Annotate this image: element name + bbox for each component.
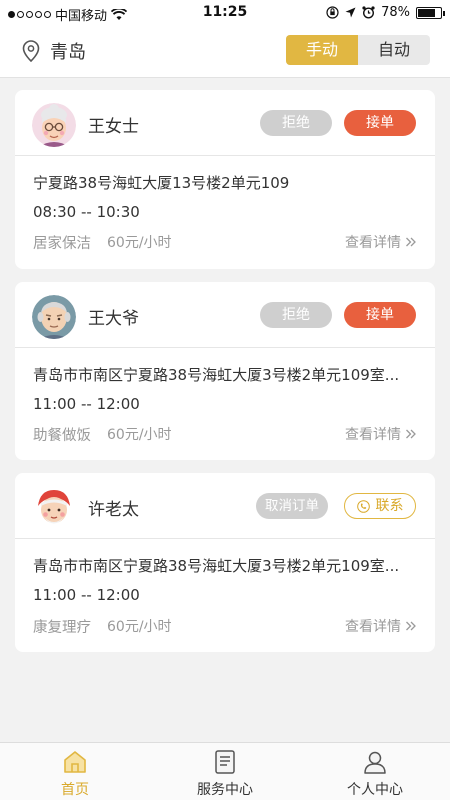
- battery-percent: 78%: [381, 5, 410, 20]
- view-detail-label: 查看详情: [345, 235, 401, 251]
- battery-icon: [416, 6, 445, 19]
- accept-button[interactable]: 接单: [344, 110, 416, 136]
- user-icon: [364, 751, 386, 774]
- tab-service-center[interactable]: 服务中心: [150, 743, 300, 800]
- contact-label: 联系: [375, 498, 404, 514]
- location-pin-icon: [22, 40, 40, 62]
- double-chevron-right-icon: [406, 621, 416, 631]
- tab-home-label: 首页: [61, 782, 89, 798]
- city-label: 青岛: [50, 42, 86, 63]
- grandma-avatar-icon: [32, 103, 76, 147]
- tab-bar: 首页 服务中心 个人中心: [0, 742, 450, 800]
- mode-toggle: 手动 自动: [286, 35, 430, 65]
- order-time: 08:30 -- 10:30: [33, 203, 140, 221]
- customer-name: 王大爷: [88, 309, 139, 329]
- avatar: [32, 103, 76, 147]
- grandpa-avatar-icon: [32, 295, 76, 339]
- location-selector[interactable]: 青岛: [22, 38, 86, 64]
- service-type: 居家保洁: [33, 236, 91, 252]
- header: 青岛 手动 自动: [0, 26, 450, 78]
- location-arrow-icon: [345, 7, 356, 18]
- old-lady-avatar-icon: [32, 486, 76, 530]
- order-time: 11:00 -- 12:00: [33, 395, 140, 413]
- mode-manual-button[interactable]: 手动: [286, 35, 358, 65]
- service-price: 60元/小时: [107, 235, 172, 251]
- service-type: 助餐做饭: [33, 428, 91, 444]
- order-time: 11:00 -- 12:00: [33, 586, 140, 604]
- status-bar: 中国移动 11:25 78%: [0, 0, 450, 26]
- order-address: 宁夏路38号海虹大厦13号楼2单元109: [33, 174, 290, 192]
- phone-icon: [356, 499, 370, 513]
- cancel-order-button[interactable]: 取消订单: [256, 493, 328, 519]
- view-detail-link[interactable]: 查看详情: [345, 232, 417, 252]
- mode-auto-button[interactable]: 自动: [358, 35, 430, 65]
- customer-name: 王女士: [88, 117, 139, 137]
- tab-profile[interactable]: 个人中心: [300, 743, 450, 800]
- orientation-lock-icon: [326, 6, 339, 19]
- accept-button[interactable]: 接单: [344, 302, 416, 328]
- service-price: 60元/小时: [107, 619, 172, 635]
- service-price: 60元/小时: [107, 427, 172, 443]
- order-card: 王女士 拒绝 接单 宁夏路38号海虹大厦13号楼2单元109 08:30 -- …: [15, 90, 435, 269]
- view-detail-link[interactable]: 查看详情: [345, 424, 417, 444]
- order-address: 青岛市市南区宁夏路38号海虹大厦3号楼2单元109室...: [33, 557, 400, 575]
- view-detail-label: 查看详情: [345, 619, 401, 635]
- order-card: 许老太 取消订单 联系 青岛市市南区宁夏路38号海虹大厦3号楼2单元109室..…: [15, 473, 435, 652]
- reject-button[interactable]: 拒绝: [260, 302, 332, 328]
- avatar: [32, 295, 76, 339]
- home-icon: [64, 751, 86, 773]
- order-card: 王大爷 拒绝 接单 青岛市市南区宁夏路38号海虹大厦3号楼2单元109室... …: [15, 282, 435, 460]
- customer-name: 许老太: [88, 500, 139, 520]
- tab-home[interactable]: 首页: [0, 743, 150, 800]
- contact-button[interactable]: 联系: [344, 493, 416, 519]
- view-detail-label: 查看详情: [345, 427, 401, 443]
- service-type: 康复理疗: [33, 620, 91, 636]
- order-address: 青岛市市南区宁夏路38号海虹大厦3号楼2单元109室...: [33, 366, 400, 384]
- view-detail-link[interactable]: 查看详情: [345, 616, 417, 636]
- avatar: [32, 486, 76, 530]
- alarm-icon: [362, 6, 375, 19]
- document-list-icon: [215, 750, 235, 774]
- double-chevron-right-icon: [406, 429, 416, 439]
- tab-service-center-label: 服务中心: [197, 782, 253, 798]
- tab-profile-label: 个人中心: [347, 782, 403, 798]
- reject-button[interactable]: 拒绝: [260, 110, 332, 136]
- double-chevron-right-icon: [406, 237, 416, 247]
